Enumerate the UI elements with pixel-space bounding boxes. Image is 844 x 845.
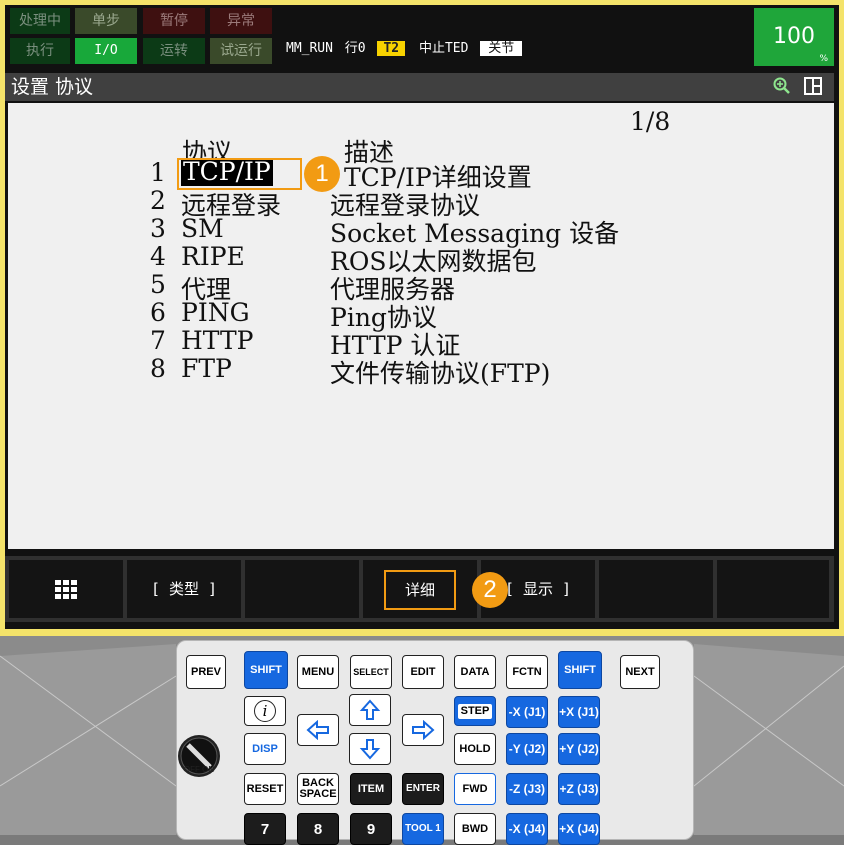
- key-menu[interactable]: MENU: [297, 655, 339, 689]
- key-y-plus[interactable]: +Y (J2): [558, 733, 600, 765]
- zoom-in-icon[interactable]: [772, 77, 792, 97]
- key-bwd[interactable]: BWD: [454, 813, 496, 845]
- protocol-name[interactable]: HTTP: [181, 326, 253, 355]
- key-fctn[interactable]: FCTN: [506, 655, 548, 689]
- arrow-right-icon: [412, 720, 435, 740]
- key-step[interactable]: STEP: [454, 696, 496, 726]
- status-light-io: I/O: [75, 38, 137, 64]
- key-enter[interactable]: ENTER: [402, 773, 444, 805]
- key-step-label: STEP: [457, 703, 493, 719]
- override-value: 100: [773, 24, 815, 49]
- key-next[interactable]: NEXT: [620, 655, 660, 689]
- program-state: 中止TED: [418, 41, 469, 56]
- key-shift-left[interactable]: SHIFT: [244, 651, 288, 689]
- protocol-description: 文件传输协议(FTP): [330, 359, 551, 388]
- key-info[interactable]: i: [244, 696, 286, 726]
- protocol-name[interactable]: PING: [181, 298, 250, 327]
- key-nine[interactable]: 9: [350, 813, 392, 845]
- key-select[interactable]: SELECT: [350, 655, 392, 689]
- protocol-row-number: 7: [150, 326, 166, 355]
- key-fwd[interactable]: FWD: [454, 773, 496, 805]
- protocol-row-number: 4: [150, 242, 166, 271]
- program-name: MM_RUN: [286, 41, 333, 56]
- split-window-icon[interactable]: [803, 77, 823, 97]
- key-reset[interactable]: RESET: [244, 773, 286, 805]
- key-z-minus[interactable]: -Z (J3): [506, 773, 548, 805]
- callout-marker-2: 2: [472, 572, 508, 608]
- key-rx-plus[interactable]: +X (J4): [558, 813, 600, 845]
- screen-titlebar: 设置 协议: [5, 73, 834, 101]
- fkey-detail-label: 详细: [384, 569, 456, 610]
- fkey-f5[interactable]: [599, 560, 713, 618]
- protocol-row-number: 8: [150, 354, 166, 383]
- key-edit[interactable]: EDIT: [402, 655, 444, 689]
- fkey-type[interactable]: [ 类型 ]: [127, 560, 241, 618]
- status-bar: MM_RUN 行0 T2 中止TED 关节: [280, 35, 750, 63]
- status-light-prod: 运转: [143, 38, 205, 64]
- mode-badge: T2: [377, 41, 406, 56]
- fkey-f2[interactable]: [245, 560, 359, 618]
- protocol-row-number: 2: [150, 186, 166, 215]
- key-left-arrow[interactable]: [297, 714, 339, 746]
- info-icon: i: [254, 700, 276, 722]
- status-light-trial-run: 试运行: [210, 38, 272, 64]
- key-x-plus[interactable]: +X (J1): [558, 696, 600, 728]
- arrow-up-icon: [359, 699, 381, 720]
- protocol-list-panel: 1/8 协议 描述 1 TCP/IP TCP/IP详细设置 2 远程登录 远程登录协议 3 S…: [8, 103, 834, 549]
- protocol-name[interactable]: RIPE: [181, 242, 245, 271]
- protocol-row-number: 1: [150, 158, 166, 187]
- key-up-arrow[interactable]: [349, 694, 391, 726]
- protocol-row-number: 6: [150, 298, 166, 327]
- protocol-row-number: 5: [150, 270, 166, 299]
- status-light-run: 执行: [10, 38, 70, 64]
- fkey-menu-grid[interactable]: [9, 560, 123, 618]
- key-backspace[interactable]: BACK SPACE: [297, 773, 339, 805]
- arrow-down-icon: [359, 739, 381, 760]
- key-hold[interactable]: HOLD: [454, 733, 496, 765]
- fkey-next-page[interactable]: [717, 560, 829, 618]
- key-x-minus[interactable]: -X (J1): [506, 696, 548, 728]
- grid-icon: [55, 579, 77, 599]
- status-light-fault: 异常: [210, 8, 272, 34]
- fkey-detail[interactable]: 详细: [363, 560, 477, 618]
- key-tool1[interactable]: TOOL 1: [402, 813, 444, 845]
- key-prev[interactable]: PREV: [186, 655, 226, 689]
- status-light-hold: 暂停: [143, 8, 205, 34]
- speed-override[interactable]: 100 %: [754, 8, 834, 66]
- key-data[interactable]: DATA: [454, 655, 496, 689]
- function-key-bar: [ 类型 ] 详细 [ 显示 ]: [5, 556, 834, 622]
- key-rx-minus[interactable]: -X (J4): [506, 813, 548, 845]
- key-y-minus[interactable]: -Y (J2): [506, 733, 548, 765]
- arrow-left-icon: [306, 720, 329, 740]
- key-down-arrow[interactable]: [349, 733, 391, 765]
- key-seven[interactable]: 7: [244, 813, 286, 845]
- protocol-row-number: 3: [150, 214, 166, 243]
- page-indicator: 1/8: [630, 107, 671, 136]
- coord-system-badge: 关节: [480, 41, 523, 56]
- override-unit: %: [819, 54, 828, 64]
- key-item[interactable]: ITEM: [350, 773, 392, 805]
- callout-marker-1: 1: [304, 156, 340, 192]
- keypad: PREV SHIFT MENU SELECT EDIT DATA FCTN SH…: [176, 640, 694, 845]
- line-number: 行0: [344, 41, 366, 56]
- status-light-processing: 处理中: [10, 8, 70, 34]
- key-z-plus[interactable]: +Z (J3): [558, 773, 600, 805]
- key-shift-right[interactable]: SHIFT: [558, 651, 602, 689]
- key-disp[interactable]: DISP: [244, 733, 286, 765]
- protocol-name[interactable]: SM: [181, 214, 224, 243]
- selection-highlight: [177, 158, 302, 190]
- key-right-arrow[interactable]: [402, 714, 444, 746]
- key-eight[interactable]: 8: [297, 813, 339, 845]
- status-light-step: 单步: [75, 8, 137, 34]
- protocol-name[interactable]: FTP: [181, 354, 232, 383]
- enable-switch-label: OFF ON: [183, 765, 215, 774]
- screen-title: 设置 协议: [11, 76, 94, 98]
